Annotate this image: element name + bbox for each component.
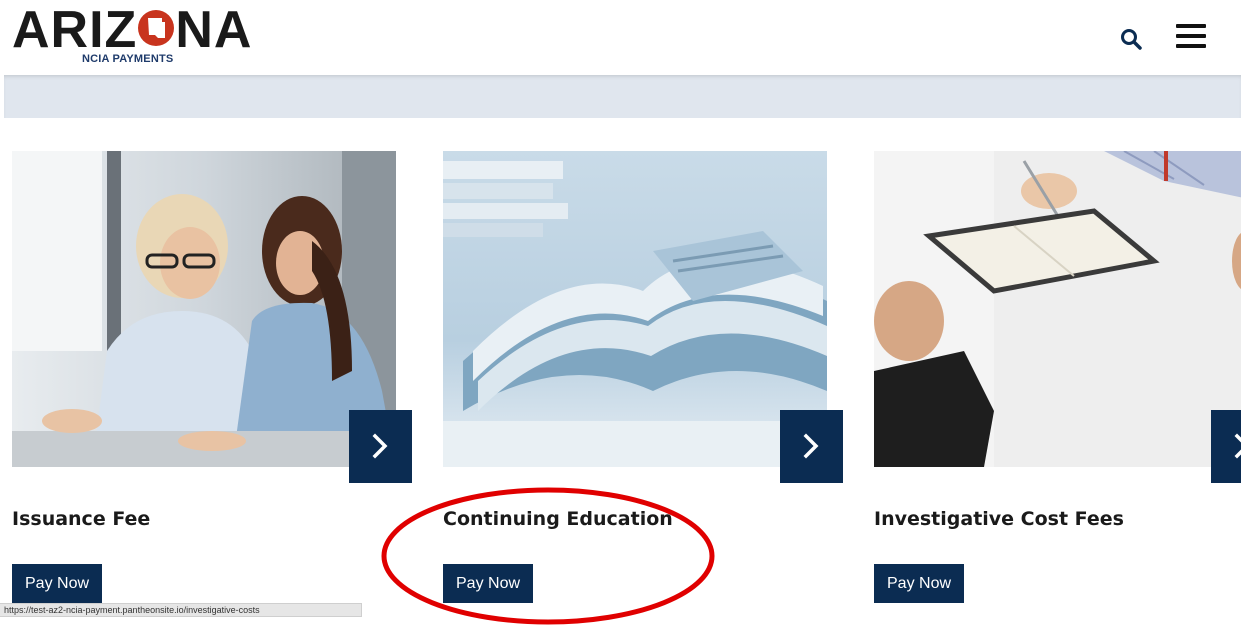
pay-now-button[interactable]: Pay Now [874, 564, 965, 603]
card-title[interactable]: Continuing Education [443, 508, 673, 530]
card-title[interactable]: Issuance Fee [12, 508, 150, 530]
card-arrow-button[interactable] [349, 410, 412, 483]
card-investigative-cost-fees: Investigative Cost Fees Pay Now [874, 151, 1241, 621]
card-title[interactable]: Investigative Cost Fees [874, 508, 1124, 530]
card-issuance-fee: Issuance Fee Pay Now [12, 151, 412, 621]
card-arrow-button[interactable] [1211, 410, 1241, 483]
card-image-coworkers[interactable] [12, 151, 396, 467]
pay-now-button[interactable]: Pay Now [12, 564, 103, 603]
arizona-logo[interactable]: ARIZ NA NCIA PAYMENTS [12, 2, 262, 68]
site-header: ARIZ NA NCIA PAYMENTS [0, 0, 1241, 75]
status-bar-url: https://test-az2-ncia-payment.pantheonsi… [0, 603, 362, 617]
card-continuing-education: Continuing Education Pay Now [443, 151, 843, 621]
arizona-state-o-icon [138, 8, 175, 48]
logo-wordmark: ARIZ NA [12, 1, 253, 59]
logo-subtitle: NCIA PAYMENTS [82, 53, 174, 65]
card-arrow-button[interactable] [780, 410, 843, 483]
pay-now-button[interactable]: Pay Now [443, 564, 534, 603]
card-image-meeting[interactable] [874, 151, 1241, 467]
hamburger-menu-icon[interactable] [1176, 24, 1206, 52]
card-image-magazines[interactable] [443, 151, 827, 467]
page-banner [4, 75, 1241, 118]
search-icon[interactable] [1120, 28, 1142, 50]
